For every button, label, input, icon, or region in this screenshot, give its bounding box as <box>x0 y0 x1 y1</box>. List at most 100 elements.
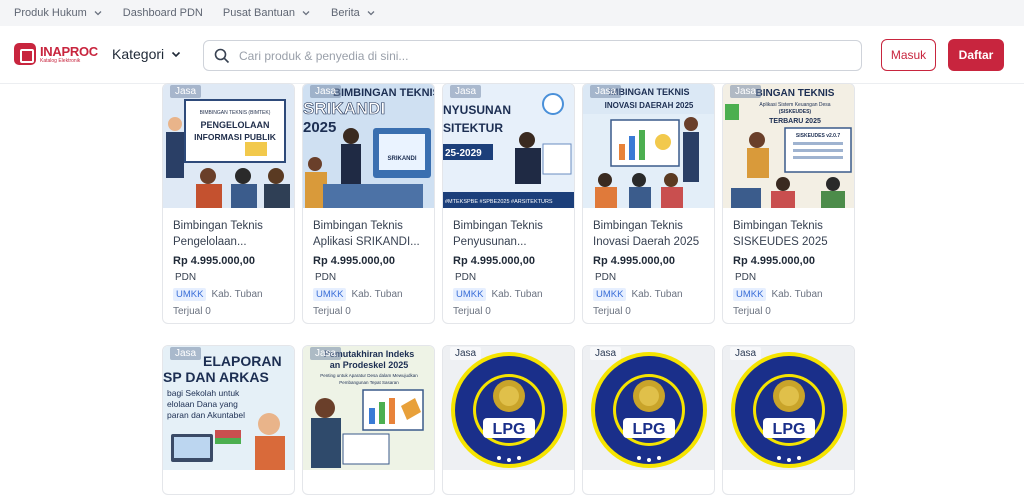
logo-subtitle: Katalog Elektronik <box>40 57 81 64</box>
thumb-text: LPG <box>633 421 666 438</box>
thumb-text: paran dan Akuntabel <box>167 410 245 420</box>
product-info: Bimbingan Teknis Inovasi Daerah 2025 Rp … <box>593 218 711 317</box>
thumb-text: NYUSUNAN <box>443 103 511 117</box>
category-tag: Jasa <box>730 85 762 98</box>
main-header: INAPROC Katalog Elektronik Kategori Masu… <box>0 26 1024 84</box>
search-input[interactable] <box>239 48 839 63</box>
product-thumbnail: ELAPORAN SP DAN ARKAS bagi Sekolah untuk… <box>163 346 294 470</box>
product-price: Rp 4.995.000,00 <box>173 255 255 267</box>
pdn-label: PDN <box>175 272 197 283</box>
thumb-text: Pembangunan Tepat Sasaran <box>339 380 399 385</box>
product-card[interactable]: LPG Jasa <box>582 345 715 495</box>
sold-count: Terjual 0 <box>173 306 211 317</box>
topbar-link-label: Berita <box>331 7 360 19</box>
sold-count: Terjual 0 <box>313 306 351 317</box>
umkk-badge: UMKK <box>733 288 767 301</box>
product-title: Bimbingan Teknis Pengelolaan... <box>173 220 263 248</box>
location-text: Kab. Tuban <box>631 289 683 300</box>
chevron-down-icon <box>367 11 375 16</box>
sold-count: Terjual 0 <box>733 306 771 317</box>
thumb-text: 25-2029 <box>445 148 482 159</box>
thumb-text: BIMBINGAN TEKNIS (BIMTEK) <box>200 110 271 116</box>
product-image: IMBINGAN TEKNIS INOVASI DAERAH 2025 <box>583 84 714 208</box>
product-price: Rp 4.995.000,00 <box>453 255 535 267</box>
search-bar <box>203 40 862 71</box>
chevron-down-icon <box>302 11 310 16</box>
product-thumbnail: IMBINGAN TEKNIS INOVASI DAERAH 2025 Jasa <box>583 84 714 208</box>
thumb-text: LPG <box>493 421 526 438</box>
topbar-link-produk-hukum[interactable]: Produk Hukum <box>14 7 103 19</box>
search-icon <box>214 48 230 63</box>
logo-text: INAPROC Katalog Elektronik <box>40 45 98 64</box>
product-card[interactable]: BIMBINGAN TEKNIS (BIMTEK) PENGELOLAAN IN… <box>162 83 295 324</box>
sold-count: Terjual 0 <box>453 306 491 317</box>
register-button[interactable]: Daftar <box>948 39 1004 71</box>
thumb-text: INOVASI DAERAH 2025 <box>605 101 694 110</box>
product-thumbnail: LPG Jasa <box>443 346 574 470</box>
product-card[interactable]: ELAPORAN SP DAN ARKAS bagi Sekolah untuk… <box>162 345 295 495</box>
topbar-link-label: Dashboard PDN <box>122 7 203 19</box>
thumb-text: bagi Sekolah untuk <box>167 388 240 398</box>
product-thumbnail: LPG Jasa <box>583 346 714 470</box>
category-tag: Jasa <box>590 347 622 360</box>
product-price: Rp 4.995.000,00 <box>313 255 395 267</box>
product-image: BINGAN TEKNIS Aplikasi Sistem Keuangan D… <box>723 84 854 208</box>
login-button[interactable]: Masuk <box>881 39 936 71</box>
product-title: Bimbingan Teknis Penyusunan... <box>453 220 543 248</box>
thumb-text: Aplikasi Sistem Keuangan Desa <box>759 102 830 108</box>
kategori-label: Kategori <box>112 46 165 62</box>
thumb-text: 2025 <box>303 119 336 136</box>
thumb-text: INFORMASI PUBLIK <box>194 132 277 142</box>
top-utility-bar: Produk Hukum Dashboard PDN Pusat Bantuan… <box>0 0 1024 26</box>
product-thumbnail: BIMBINGAN TEKNIS SRIKANDI 2025 SRIKANDI … <box>303 84 435 208</box>
product-title: Bimbingan Teknis SISKEUDES 2025 <box>733 220 828 248</box>
vendor-location: UMKK Kab. Tuban <box>593 288 711 301</box>
inaproc-logo[interactable]: INAPROC Katalog Elektronik <box>14 43 98 65</box>
thumb-text: LPG <box>773 421 806 438</box>
umkk-badge: UMKK <box>593 288 627 301</box>
product-thumbnail: BINGAN TEKNIS Aplikasi Sistem Keuangan D… <box>723 84 854 208</box>
product-thumbnail: Pemutakhiran Indeks an Prodeskel 2025 Pe… <box>303 346 434 470</box>
logo-title: INAPROC <box>40 43 98 59</box>
category-tag: Jasa <box>170 347 202 360</box>
thumb-text: SITEKTUR <box>443 121 503 135</box>
product-info: Bimbingan Teknis Pengelolaan... Rp 4.995… <box>173 218 291 317</box>
thumb-text: BIMBINGAN TEKNIS <box>333 87 435 99</box>
product-image: LPG <box>583 346 714 470</box>
vendor-location: UMKK Kab. Tuban <box>173 288 291 301</box>
thumb-text: SISKEUDES v2.0.7 <box>796 133 840 139</box>
thumb-text: SP DAN ARKAS <box>163 369 269 385</box>
topbar-link-dashboard-pdn[interactable]: Dashboard PDN <box>123 7 203 19</box>
category-tag: Jasa <box>450 347 482 360</box>
kategori-dropdown[interactable]: Kategori <box>112 46 182 62</box>
product-card[interactable]: NYUSUNAN SITEKTUR 25-2029 #MTEKSPBE #SPB… <box>442 83 575 324</box>
thumb-text: #MTEKSPBE #SPBE2025 #ARSITEKTURS <box>445 199 553 205</box>
category-tag: Jasa <box>590 85 622 98</box>
thumb-text: PENGELOLAAN <box>200 120 269 130</box>
vendor-location: UMKK Kab. Tuban <box>453 288 571 301</box>
topbar-link-pusat-bantuan[interactable]: Pusat Bantuan <box>223 7 311 19</box>
category-tag: Jasa <box>310 85 342 98</box>
thumb-text: BINGAN TEKNIS <box>756 88 835 99</box>
thumb-text: SRIKANDI <box>387 156 416 162</box>
product-image: BIMBINGAN TEKNIS (BIMTEK) PENGELOLAAN IN… <box>163 84 294 208</box>
topbar-link-berita[interactable]: Berita <box>331 7 376 19</box>
category-tag: Jasa <box>730 347 762 360</box>
product-card[interactable]: Pemutakhiran Indeks an Prodeskel 2025 Pe… <box>302 345 435 495</box>
product-info: Bimbingan Teknis Aplikasi SRIKANDI... Rp… <box>313 218 431 317</box>
chevron-down-icon <box>172 51 181 58</box>
product-card[interactable]: LPG Jasa <box>442 345 575 495</box>
product-card[interactable]: LPG Jasa <box>722 345 855 495</box>
thumb-text: SRIKANDI <box>303 99 385 118</box>
location-text: Kab. Tuban <box>491 289 543 300</box>
product-image: BIMBINGAN TEKNIS SRIKANDI 2025 SRIKANDI <box>303 84 435 208</box>
product-card[interactable]: BIMBINGAN TEKNIS SRIKANDI 2025 SRIKANDI … <box>302 83 435 324</box>
topbar-link-label: Pusat Bantuan <box>222 7 296 19</box>
product-info: Bimbingan Teknis Penyusunan... Rp 4.995.… <box>453 218 571 317</box>
product-price: Rp 4.995.000,00 <box>593 255 675 267</box>
product-card[interactable]: IMBINGAN TEKNIS INOVASI DAERAH 2025 Jasa… <box>582 83 715 324</box>
category-tag: Jasa <box>310 347 342 360</box>
pdn-label: PDN <box>595 272 617 283</box>
product-card[interactable]: BINGAN TEKNIS Aplikasi Sistem Keuangan D… <box>722 83 855 324</box>
pdn-label: PDN <box>735 272 757 283</box>
